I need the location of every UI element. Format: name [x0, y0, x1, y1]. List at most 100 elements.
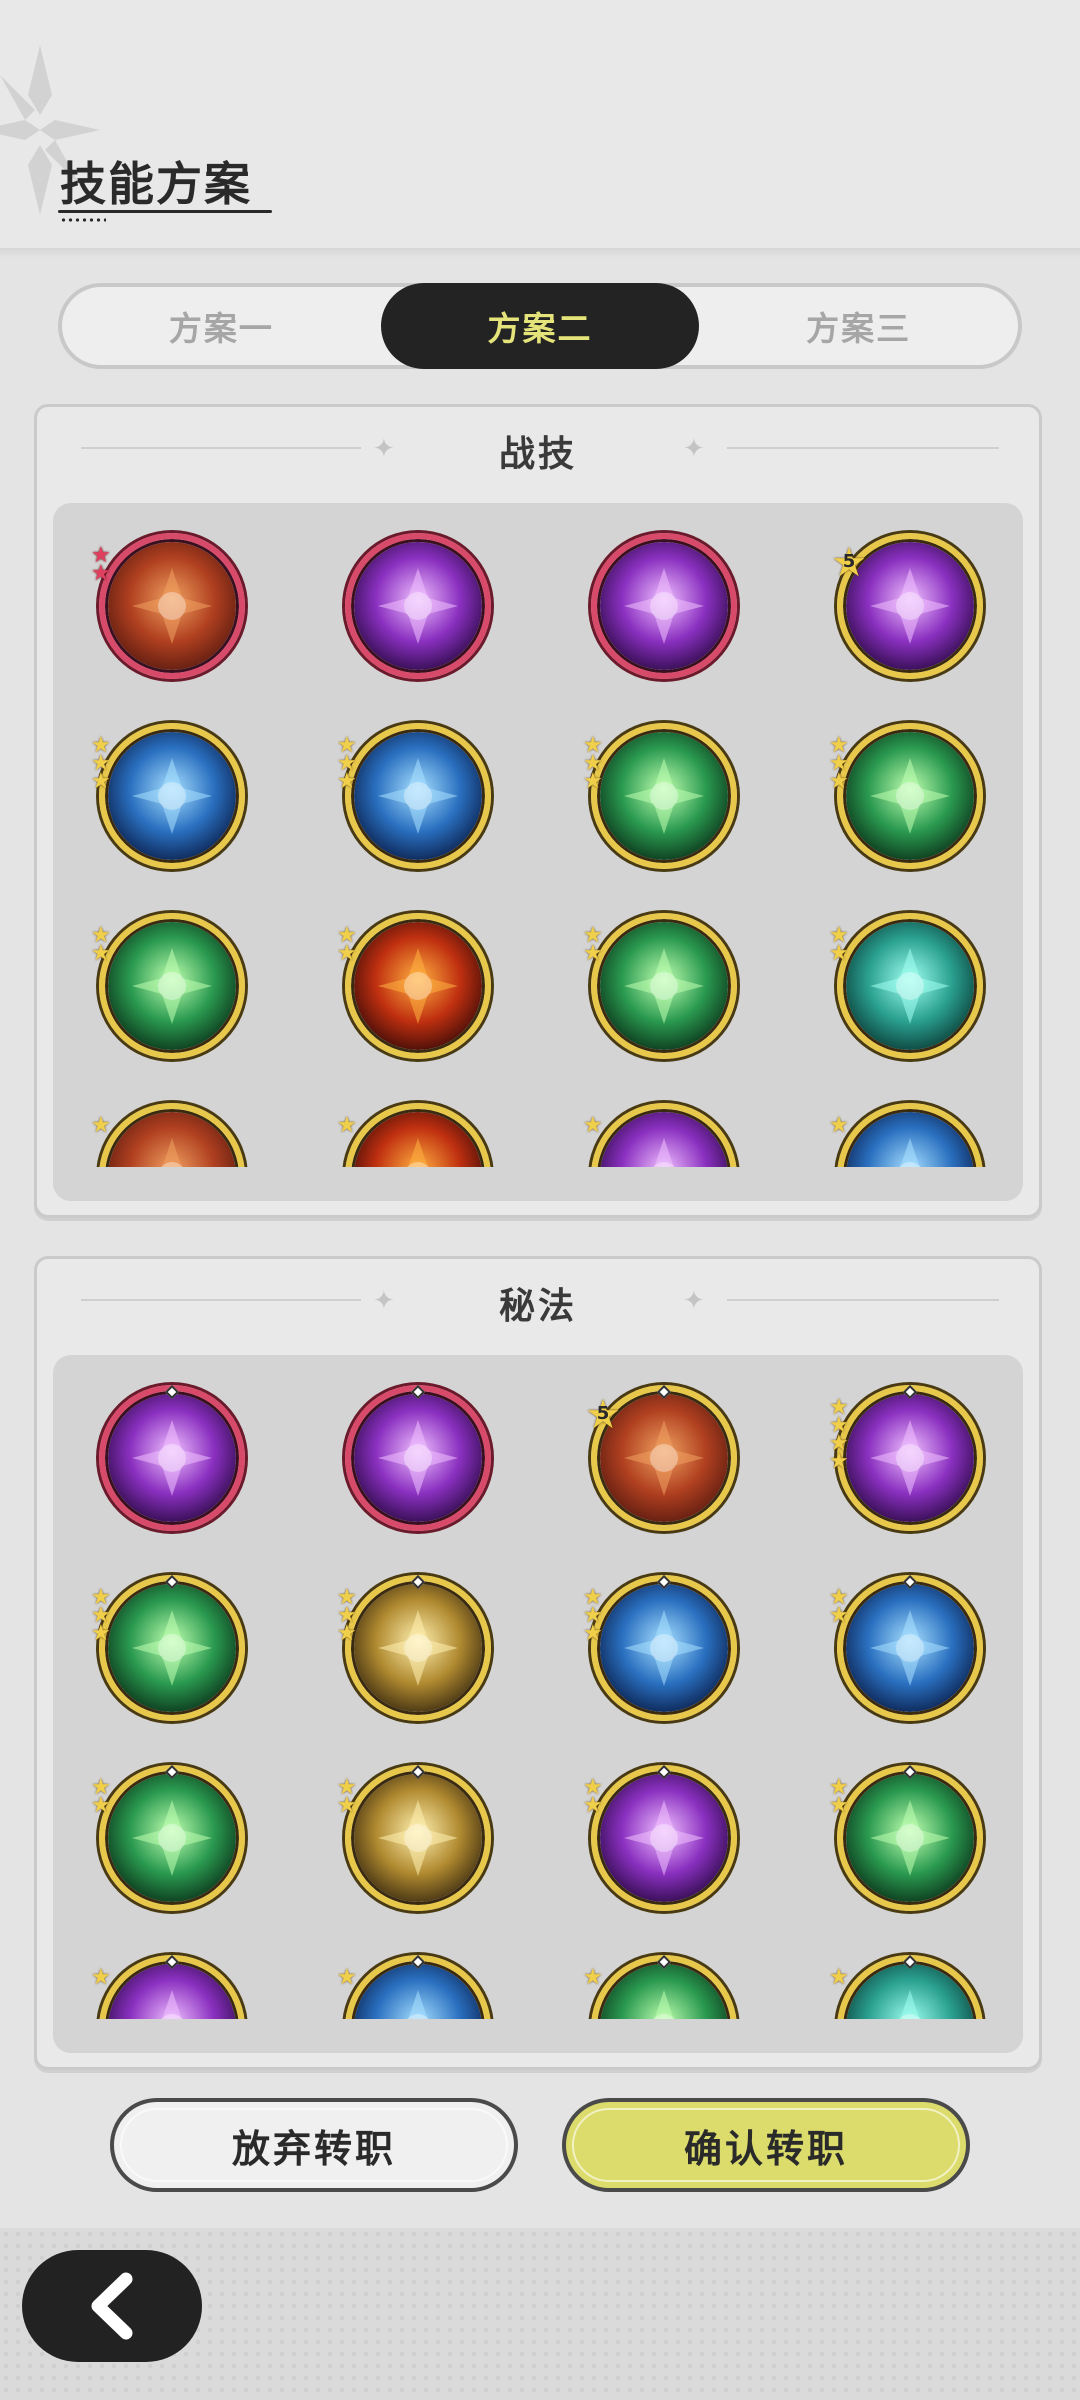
skill-frame: [591, 913, 737, 1059]
skill-slot[interactable]: ★ ★: [829, 1764, 983, 1911]
title-dots: [60, 218, 106, 222]
star-rating: ★ ★: [829, 1777, 853, 1817]
star-icon: ★: [91, 561, 111, 586]
skill-frame: [837, 1765, 983, 1911]
star-rating: ★ ★: [583, 925, 607, 965]
header-divider: [0, 248, 1080, 258]
skill-slot[interactable]: ★ ★: [91, 913, 245, 1059]
star-level-number: 5: [596, 1403, 610, 1424]
star-icon: ★: [91, 941, 111, 966]
skill-frame: [99, 913, 245, 1059]
skill-slot[interactable]: [99, 1384, 245, 1531]
abandon-class-change-button[interactable]: 放弃转职: [110, 2098, 518, 2192]
skill-frame: [591, 1765, 737, 1911]
chevron-left-icon: [91, 2272, 133, 2340]
skill-slot[interactable]: ★ ★: [91, 533, 245, 679]
skill-frame: [345, 723, 491, 869]
star-icon: ★: [91, 769, 111, 794]
star-icon: ★: [583, 769, 603, 794]
skill-frame: [345, 1575, 491, 1721]
skill-slot[interactable]: ★ ★ ★: [91, 723, 245, 869]
plan-tabs: 方案一 方案二 方案三: [58, 283, 1022, 369]
skill-slot[interactable]: ★ ★ ★: [337, 1574, 491, 1721]
tab-plan-1[interactable]: 方案一: [62, 283, 381, 369]
skill-slot[interactable]: [591, 533, 737, 679]
star-icon: ★: [829, 769, 849, 794]
skill-frame: [345, 1765, 491, 1911]
skill-slot[interactable]: ★ ★: [91, 1764, 245, 1911]
skill-slot[interactable]: ★ ★: [829, 1574, 983, 1721]
battle-skills-panel: ✦ 战技 ✦ ★ ★ ★ 5 ★ ★ ★ ★ ★ ★ ★ ★ ★ ★ ★ ★ ★…: [34, 404, 1042, 1218]
star-rating: ★ ★: [583, 1777, 607, 1818]
skill-slot[interactable]: ★ ★ ★: [91, 1574, 245, 1721]
star-icon: ★: [583, 1793, 603, 1818]
tab-plan-2[interactable]: 方案二: [380, 283, 700, 369]
skill-slot[interactable]: ★ ★: [337, 1764, 491, 1911]
star-rating: ★ ★: [829, 925, 853, 966]
title-underline: [58, 210, 272, 213]
star-level-badge: ★ 5: [829, 543, 869, 583]
star-icon: ★: [337, 769, 357, 794]
panel-header: ✦ 秘法 ✦: [37, 1259, 1039, 1351]
skill-slot[interactable]: ★ ★: [829, 913, 983, 1059]
page-title: 技能方案: [60, 157, 252, 211]
skill-frame: [837, 723, 983, 869]
star-level-number: 5: [842, 551, 856, 572]
skill-slot[interactable]: ★ ★ ★ ★: [829, 1384, 983, 1531]
secret-arts-panel: ✦ 秘法 ✦ ★ 5 ★ ★ ★ ★ ★ ★ ★ ★ ★ ★ ★ ★ ★ ★ ★…: [34, 1256, 1042, 2070]
star-icon: ★: [91, 1793, 111, 1818]
skill-slot[interactable]: [345, 1384, 491, 1531]
skill-slot[interactable]: ★ ★: [583, 1764, 737, 1911]
skill-slot[interactable]: ★ 5: [831, 533, 983, 679]
skill-frame: [345, 533, 491, 679]
skill-frame: [591, 723, 737, 869]
panel-header: ✦ 战技 ✦: [37, 407, 1039, 499]
skill-slot[interactable]: ★ ★: [337, 913, 491, 1059]
skill-slot[interactable]: ★ ★ ★: [829, 723, 983, 869]
header: 技能方案: [0, 0, 1080, 250]
skill-frame: [99, 1385, 245, 1531]
divider-line: [727, 447, 999, 449]
skill-slot[interactable]: ★ ★: [583, 913, 737, 1059]
star-icon: ★: [337, 1793, 357, 1818]
star-rating: ★ ★ ★: [583, 1587, 607, 1646]
back-button[interactable]: [22, 2250, 202, 2362]
star-icon: ★: [91, 1113, 111, 1138]
skill-slot[interactable]: ★ ★ ★: [583, 723, 737, 869]
skill-slot[interactable]: ★ 5: [585, 1384, 737, 1531]
star-rating: ★: [829, 1115, 853, 1137]
confirm-class-change-button[interactable]: 确认转职: [562, 2098, 970, 2192]
star-icon: ★: [829, 1449, 849, 1474]
star-rating: ★ ★ ★: [91, 1587, 115, 1645]
star-rating: ★: [91, 1113, 115, 1138]
star-rating: ★ ★ ★: [91, 735, 115, 794]
star-rating: ★: [91, 1967, 115, 1989]
sparkle-icon: ✦: [683, 1286, 705, 1316]
star-rating: ★: [829, 1965, 853, 1990]
star-rating: ★ ★: [829, 1587, 853, 1627]
tab-plan-3[interactable]: 方案三: [699, 283, 1018, 369]
scroll-fade: [53, 2019, 1023, 2053]
divider-line: [727, 1299, 999, 1301]
star-rating: ★ ★: [337, 1777, 361, 1818]
star-rating: ★: [337, 1113, 361, 1138]
star-icon: ★: [337, 1965, 357, 1990]
star-rating: ★ ★ ★ ★: [829, 1397, 853, 1474]
star-rating: ★ ★: [337, 925, 361, 965]
skill-frame: [345, 1385, 491, 1531]
star-icon: ★: [337, 1113, 357, 1138]
star-rating: ★: [583, 1113, 607, 1138]
skill-frame: [345, 913, 491, 1059]
sparkle-icon: ✦: [683, 434, 705, 464]
skill-frame: [837, 1385, 983, 1531]
skill-slot[interactable]: ★ ★ ★: [583, 1574, 737, 1721]
star-rating: ★ ★ ★: [337, 1587, 361, 1645]
star-level-badge: ★ 5: [583, 1395, 623, 1435]
star-icon: ★: [583, 1621, 603, 1646]
star-icon: ★: [829, 1965, 849, 1990]
skill-slot[interactable]: [345, 533, 491, 679]
skill-frame: [99, 723, 245, 869]
star-icon: ★: [829, 941, 849, 966]
star-icon: ★: [583, 1113, 603, 1138]
skill-slot[interactable]: ★ ★ ★: [337, 723, 491, 869]
